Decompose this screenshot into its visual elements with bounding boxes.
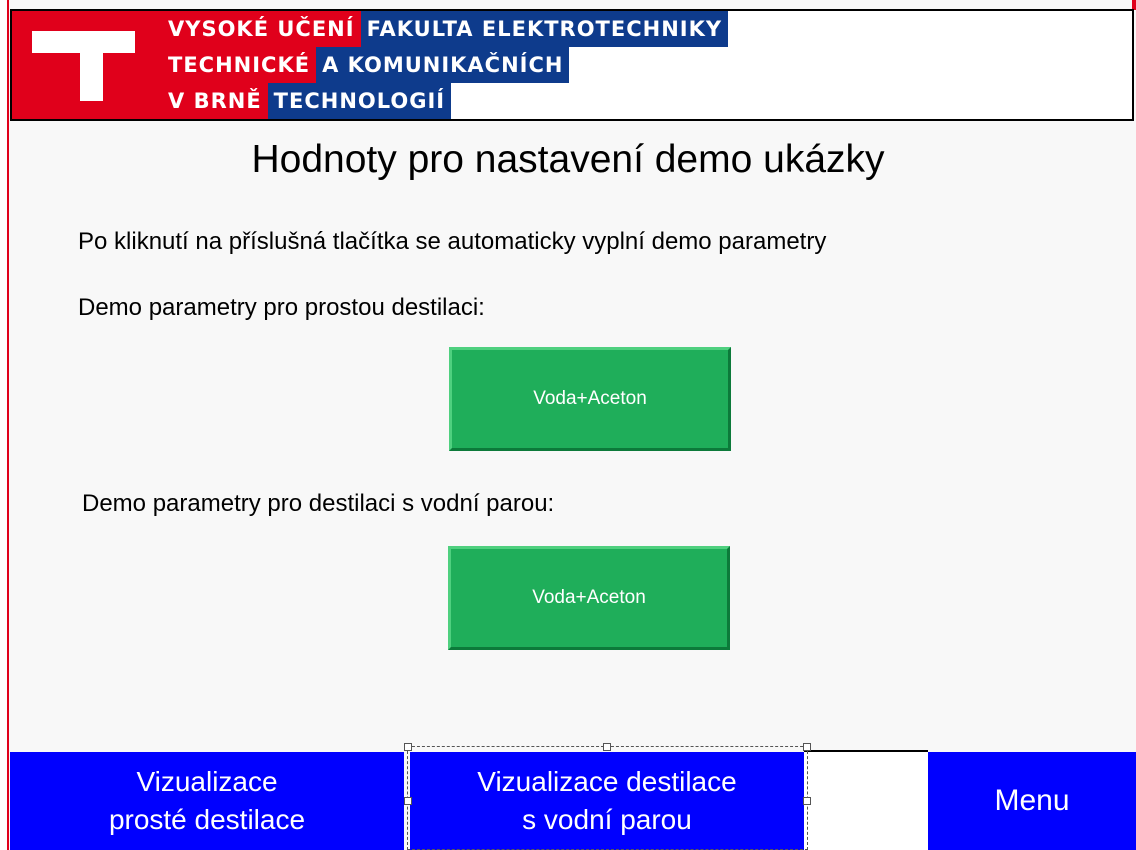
steam-distillation-label: Demo parametry pro destilaci s vodní par… [82,490,555,517]
resize-handle[interactable] [603,743,611,751]
logo-t-stem [80,53,103,101]
menu-button[interactable]: Menu [928,752,1136,850]
menu-label: Menu [994,784,1070,817]
simple-distillation-visualization-button[interactable]: Vizualizace prosté destilace [10,752,404,850]
nav-label-line1: Vizualizace [136,766,278,797]
university-header: VYSOKÉ UČENÍ FAKULTA ELEKTROTECHNIKY TEC… [10,9,1134,121]
logo-text-red: TECHNICKÉ [162,47,317,83]
window-left-border [0,0,9,850]
logo-text-row-2: TECHNICKÉ A KOMUNIKAČNÍCH [162,47,570,83]
logo-text-blue: FAKULTA ELEKTROTECHNIKY [360,11,729,47]
button-label: Voda+Aceton [533,388,647,409]
nav-label-line2: prosté destilace [108,804,306,835]
page-title: Hodnoty pro nastavení demo ukázky [251,138,885,181]
logo-text-row-1: VYSOKÉ UČENÍ FAKULTA ELEKTROTECHNIKY [162,11,729,47]
resize-handle[interactable] [404,743,412,751]
logo-t-icon [32,31,135,53]
simple-demo-water-acetone-button[interactable]: Voda+Aceton [449,347,731,451]
logo-text-blue: TECHNOLOGIÍ [267,83,452,119]
instruction-text: Po kliknutí na příslušná tlačítka se aut… [78,228,827,255]
steam-demo-water-acetone-button[interactable]: Voda+Aceton [448,546,730,650]
nav-label-line1: Vizualizace destilace [477,766,737,797]
vut-logo [12,11,162,119]
logo-text-blue: A KOMUNIKAČNÍCH [316,47,570,83]
simple-distillation-label: Demo parametry pro prostou destilaci: [78,294,485,321]
logo-text-red: V BRNĚ [162,83,268,119]
button-label: Voda+Aceton [532,587,646,608]
nav-empty-slot [804,750,928,850]
nav-label-line2: s vodní parou [522,804,692,835]
resize-handle[interactable] [803,743,811,751]
resize-handle[interactable] [404,797,412,805]
logo-text-row-3: V BRNĚ TECHNOLOGIÍ [162,83,452,119]
steam-distillation-visualization-button[interactable]: Vizualizace destilace s vodní parou [410,752,804,850]
resize-handle[interactable] [803,797,811,805]
logo-text-red: VYSOKÉ UČENÍ [162,11,361,47]
